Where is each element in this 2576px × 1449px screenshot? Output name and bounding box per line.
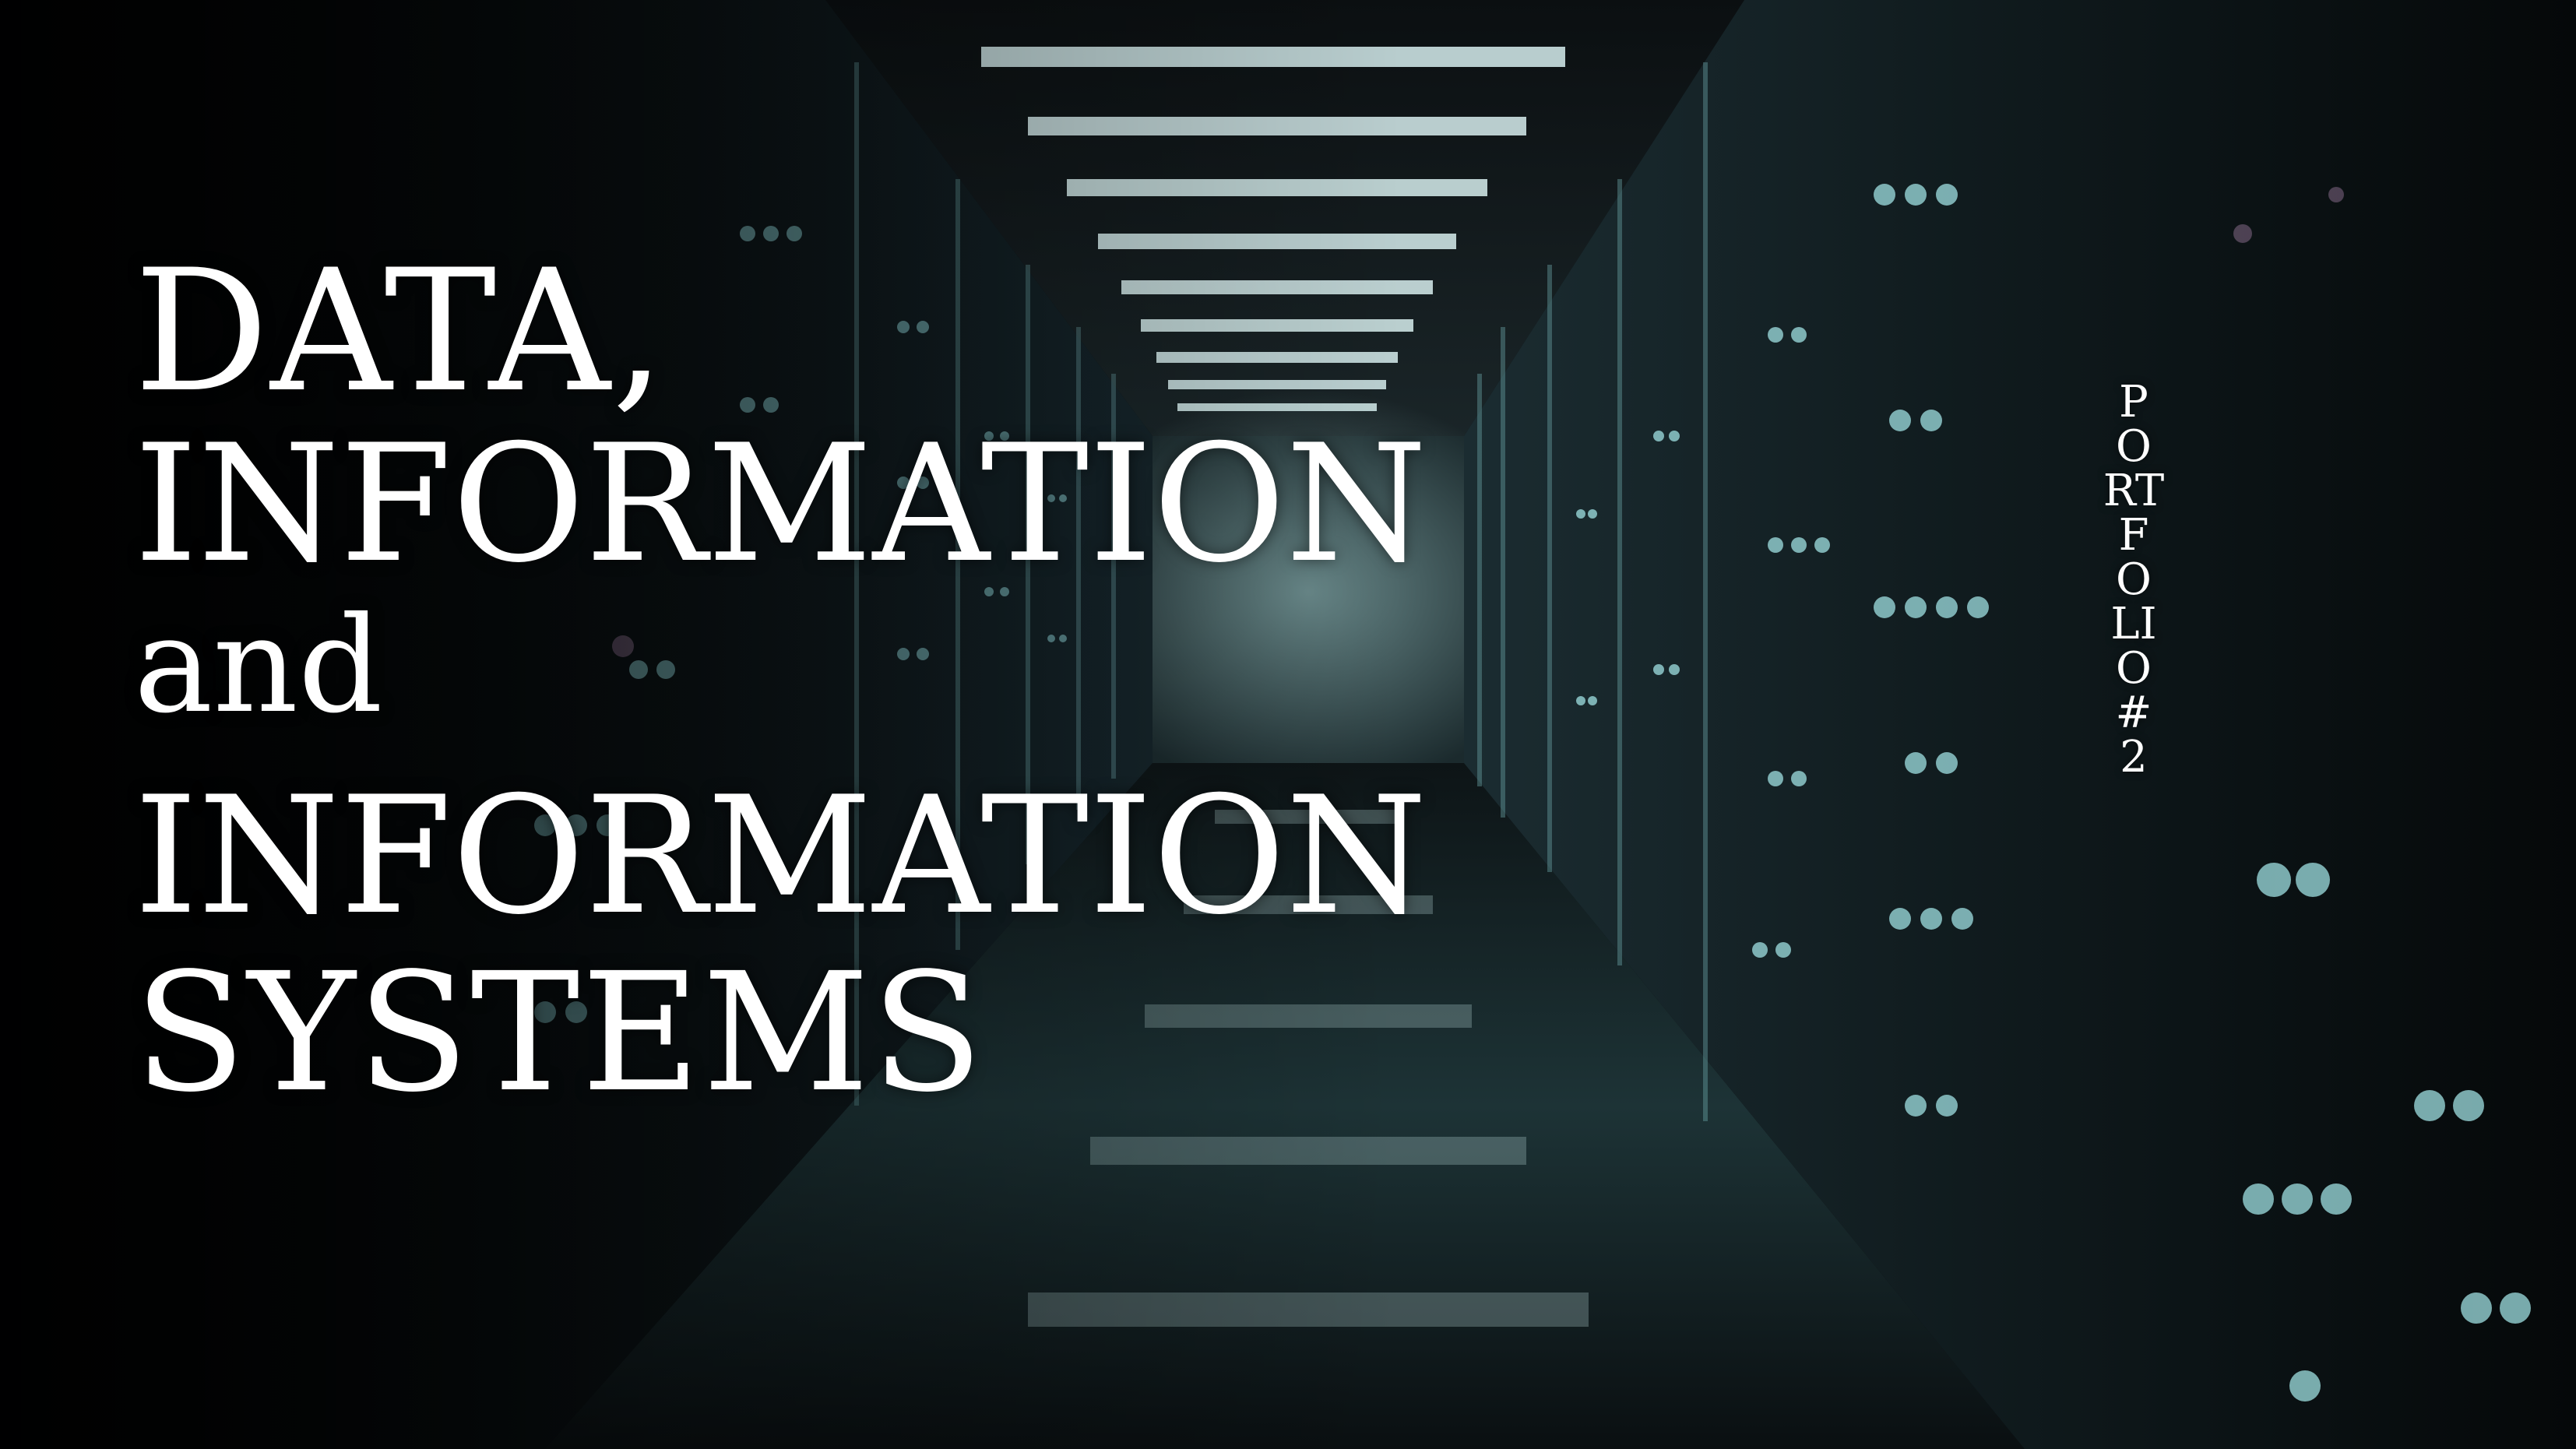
title-line-1: DATA, [134,234,667,429]
title-line-2: INFORMATION [134,410,1427,599]
title-slide: DATA, INFORMATION and INFORMATION SYSTEM… [0,0,2576,1449]
title-line-4: INFORMATION [134,762,1427,951]
title-line-5: SYSTEMS [134,937,985,1128]
portfolio-label: PORTFOLIO#2 [2103,377,2165,783]
title-line-3: and [134,589,383,743]
slide-title: DATA, INFORMATION and INFORMATION SYSTEM… [134,248,1427,1127]
